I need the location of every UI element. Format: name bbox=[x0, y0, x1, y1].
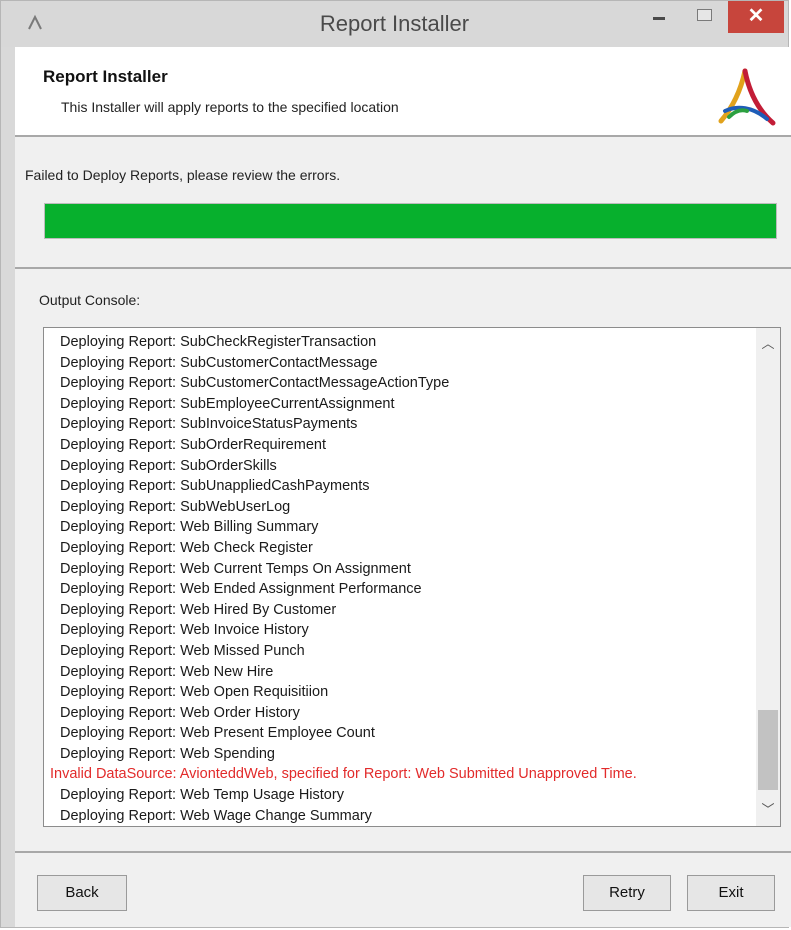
console-line: Deploying Report: Web New Hire bbox=[60, 663, 274, 680]
console-line: Deploying Report: Web Hired By Customer bbox=[60, 601, 337, 618]
console-line: Deploying Report: SubInvoiceStatusPaymen… bbox=[60, 416, 358, 433]
console-line: Deploying Report: SubEmployeeCurrentAssi… bbox=[60, 395, 395, 412]
console-line: Deploying Report: SubCustomerContactMess… bbox=[60, 375, 450, 392]
console-line: Deploying Report: Web Invoice History bbox=[60, 622, 309, 639]
console-label: Output Console: bbox=[39, 292, 141, 308]
close-button[interactable]: ✕ bbox=[728, 1, 784, 33]
header-subtitle: This Installer will apply reports to the… bbox=[61, 99, 399, 115]
console-line: Deploying Report: SubOrderSkills bbox=[60, 457, 277, 474]
header-banner: Report Installer This Installer will app… bbox=[15, 47, 791, 137]
console-line: Deploying Report: SubWebUserLog bbox=[60, 498, 291, 515]
exit-button[interactable]: Exit bbox=[687, 875, 775, 911]
console-line: Deploying Report: Web Temp Usage History bbox=[60, 787, 344, 804]
footer-bar: Back Retry Exit bbox=[15, 851, 791, 927]
progress-bar bbox=[44, 203, 777, 239]
console-line: Deploying Report: Web Current Temps On A… bbox=[60, 560, 411, 577]
console-line: Deploying Report: Web Spending bbox=[60, 745, 275, 762]
console-line: Deploying Report: Web Open Requisitiion bbox=[60, 684, 329, 701]
scrollbar-thumb[interactable] bbox=[758, 710, 778, 790]
console-line: Deploying Report: Web Order History bbox=[60, 704, 300, 721]
close-icon: ✕ bbox=[747, 5, 765, 27]
progress-fill bbox=[45, 204, 776, 238]
console-line: Deploying Report: Web Present Employee C… bbox=[60, 725, 375, 742]
console-line: Deploying Report: Web Missed Punch bbox=[60, 642, 305, 659]
divider bbox=[15, 267, 791, 269]
title-bar[interactable]: Report Installer ✕ bbox=[1, 1, 788, 47]
console-error-line: Invalid DataSource: AvionteddWeb, specif… bbox=[50, 766, 637, 783]
header-title: Report Installer bbox=[43, 67, 168, 86]
back-button[interactable]: Back bbox=[37, 875, 127, 911]
chevron-up-icon[interactable]: ︿ bbox=[756, 332, 780, 356]
minimize-button[interactable] bbox=[643, 1, 677, 31]
console-line: Deploying Report: Web Check Register bbox=[60, 539, 313, 556]
console-line: Deploying Report: Web Wage Change Summar… bbox=[60, 807, 372, 824]
console-line: Deploying Report: SubCustomerContactMess… bbox=[60, 354, 378, 371]
console-line: Deploying Report: SubUnappliedCashPaymen… bbox=[60, 478, 370, 495]
main-panel: Failed to Deploy Reports, please review … bbox=[15, 137, 791, 851]
status-message: Failed to Deploy Reports, please review … bbox=[25, 167, 341, 183]
output-console[interactable]: Deploying Report: SubCheckRegisterTransa… bbox=[43, 327, 781, 827]
installer-logo-icon bbox=[715, 67, 777, 127]
chevron-down-icon[interactable]: ﹀ bbox=[756, 798, 780, 822]
installer-window: Report Installer ✕ Report Installer This… bbox=[0, 0, 791, 928]
console-line: Deploying Report: SubCheckRegisterTransa… bbox=[60, 334, 377, 350]
console-scrollbar[interactable]: ︿ ﹀ bbox=[756, 328, 780, 826]
maximize-button[interactable] bbox=[687, 1, 721, 31]
retry-button[interactable]: Retry bbox=[583, 875, 671, 911]
console-line: Deploying Report: SubOrderRequirement bbox=[60, 436, 326, 453]
console-lines: Deploying Report: SubCheckRegisterTransa… bbox=[50, 332, 750, 826]
console-line: Deploying Report: Web Ended Assignment P… bbox=[60, 581, 422, 598]
console-line: Deploying Report: Web Billing Summary bbox=[60, 519, 319, 536]
